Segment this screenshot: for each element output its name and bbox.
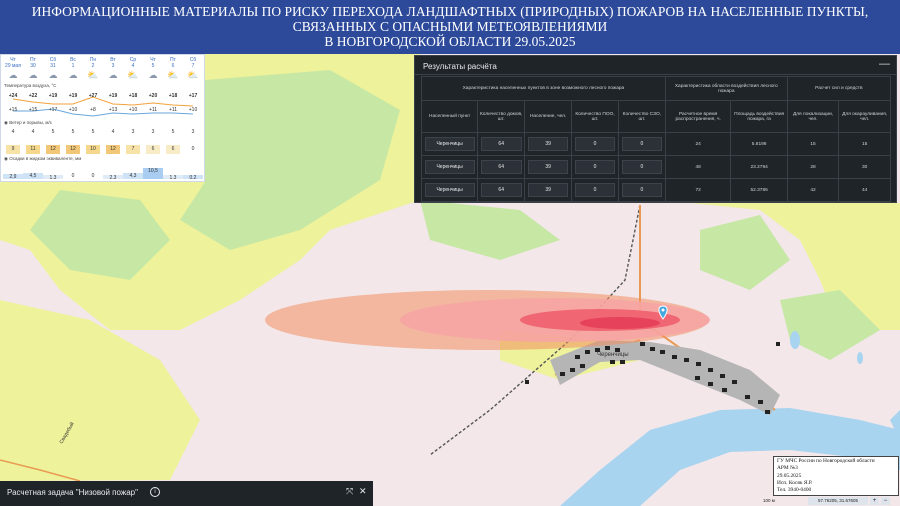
panel-divider <box>415 74 896 75</box>
stamp-org: ГУ МЧС России по Новгородской области <box>777 458 875 464</box>
cell-localization: 15 <box>786 132 840 156</box>
zoom-in-button[interactable]: + <box>870 497 879 505</box>
sun-cloud-icon: ⛅ <box>187 70 199 80</box>
map-scale: 100 м <box>763 498 775 503</box>
cell-settlement: Черенчицы <box>424 137 475 151</box>
group-settlement: Характеристика населенных пунктов в зоне… <box>421 76 666 101</box>
wind-icon: ◉ <box>4 120 8 125</box>
task-bar[interactable]: Расчетная задача "Низовой пожар" i ⤧ ✕ <box>0 481 373 506</box>
temp-high-row: +24 +22 +19 +19 +27 +19 +18 +20 +18 +17 <box>8 93 198 99</box>
temp-low-row: +15 +15 +17 +10 +8 +13 +10 +11 +11 +10 <box>8 107 198 113</box>
stamp-date: 29.05.2025 <box>777 472 802 479</box>
cell-area: 23.2794 <box>730 155 788 179</box>
group-forces: Расчет сил и средств <box>786 76 892 101</box>
col-area: Площадь воздействия пожара, га <box>730 100 788 133</box>
close-icon[interactable]: ✕ <box>359 486 367 497</box>
drop-icon: ◉ <box>4 156 8 161</box>
temperature-label: Температура воздуха, °C <box>4 83 57 88</box>
stamp-phone: Тел. 3940-0400 <box>777 487 812 494</box>
weather-icons-row: ☁ ☁ ☁ ☁ ⛅ ☁ ⛅ ☁ ⛅ ⛅ <box>3 70 203 81</box>
col-settlement: Населенный пункт <box>420 100 479 133</box>
cell-houses: 64 <box>480 183 522 197</box>
col-spread-time: Расчетное время распространения, ч. <box>664 100 732 133</box>
cell-houses: 64 <box>480 137 522 151</box>
cell-population: 39 <box>527 160 569 174</box>
cell-poo: 0 <box>574 137 616 151</box>
cloud-rain-icon: ☁ <box>48 70 58 80</box>
expand-icon[interactable]: ⤧ <box>346 486 353 497</box>
cell-area: 52.3786 <box>730 178 788 202</box>
cell-poo: 0 <box>574 160 616 174</box>
page-header: ИНФОРМАЦИОННЫЕ МАТЕРИАЛЫ ПО РИСКУ ПЕРЕХО… <box>0 0 900 54</box>
col-population: Население, чел. <box>524 100 573 133</box>
cloud-icon: ☁ <box>68 70 78 80</box>
cell-settlement: Черенчицы <box>424 160 475 174</box>
panel-title: Результаты расчёта <box>423 62 497 71</box>
author-stamp: ГУ МЧС России по Новгородской области АР… <box>773 456 899 496</box>
cloud-rain-icon: ☁ <box>108 70 118 80</box>
weather-dates-row: 29 мая 30 31 1 2 3 4 5 6 7 <box>5 63 195 69</box>
minimize-button[interactable]: — <box>879 58 890 70</box>
header-line-1: ИНФОРМАЦИОННЫЕ МАТЕРИАЛЫ ПО РИСКУ ПЕРЕХО… <box>31 4 869 19</box>
sun-cloud-icon: ⛅ <box>87 70 99 80</box>
gusts-row: 9 11 12 12 10 12 7 6 6 0 <box>3 145 203 154</box>
header-line-2: СВЯЗАННЫХ С ОПАСНЫМИ МЕТЕОЯВЛЕНИЯМИ <box>292 19 608 34</box>
cell-szo: 0 <box>621 160 663 174</box>
col-patrol: Для окарауливания, чел. <box>838 100 891 133</box>
cell-spread-time: 24 <box>664 132 732 156</box>
precipitation-label: ◉ Осадки в жидком эквиваленте, мм <box>4 156 82 161</box>
col-szo: Количество СЗО, шт. <box>617 100 666 133</box>
header-line-3: В НОВГОРОДСКОЙ ОБЛАСТИ 29.05.2025 <box>324 34 576 49</box>
cell-area: 5.8198 <box>730 132 788 156</box>
cell-szo: 0 <box>621 137 663 151</box>
table-row: Черенчицы 64 39 0 0 72 52.3786 42 44 <box>420 178 891 202</box>
cell-poo: 0 <box>574 183 616 197</box>
village-label: Черенчицы <box>597 352 629 358</box>
table-row: Черенчицы 64 39 0 0 24 5.8198 15 15 <box>420 132 891 156</box>
precipitation-row: 2,9 4,5 1,3 0 0 2,3 4,3 10,5 1,3 0,2 <box>3 167 203 179</box>
results-panel: Результаты расчёта — Характеристика насе… <box>414 55 897 203</box>
weather-forecast-widget: Чт Пт Сб Вс Пн Вт Ср Чт Пт Сб 29 мая 30 31 1 2 3 4 5 6 7 ☁… <box>0 54 205 182</box>
cell-population: 39 <box>527 137 569 151</box>
wind-label: ◉ Ветер и порывы, м/с <box>4 120 52 125</box>
cell-spread-time: 48 <box>664 155 732 179</box>
info-icon[interactable]: i <box>150 487 160 497</box>
cell-patrol: 30 <box>838 155 891 179</box>
cell-patrol: 44 <box>838 178 891 202</box>
zoom-out-button[interactable]: − <box>881 497 890 505</box>
table-column-header: Населенный пункт Количество домов, шт. Н… <box>420 100 891 133</box>
group-fire-impact: Характеристика области воздействия лесно… <box>664 76 788 101</box>
cell-houses: 64 <box>480 160 522 174</box>
stamp-arm: АРМ №3 <box>777 465 798 472</box>
sun-cloud-icon: ⛅ <box>127 70 139 80</box>
map-coordinates: 57.76205, 31.67605 <box>808 497 868 505</box>
wind-row: 4455543353 <box>11 129 195 135</box>
cloud-rain-icon: ☁ <box>8 70 18 80</box>
cell-settlement: Черенчицы <box>424 183 475 197</box>
task-label[interactable]: Расчетная задача "Низовой пожар" <box>7 488 138 497</box>
table-row: Черенчицы 64 39 0 0 48 23.2794 28 30 <box>420 155 891 179</box>
cloud-rain-icon: ☁ <box>28 70 38 80</box>
results-table: Характеристика населенных пунктов в зоне… <box>420 76 892 202</box>
stamp-executor: Исп. Косяк Я.Р. <box>777 479 813 486</box>
col-localization: Для локализации, чел. <box>786 100 840 133</box>
cell-szo: 0 <box>621 183 663 197</box>
col-houses: Количество домов, шт. <box>477 100 526 133</box>
col-poo: Количество ПОО, шт. <box>571 100 619 133</box>
cell-patrol: 15 <box>838 132 891 156</box>
cell-localization: 28 <box>786 155 840 179</box>
cell-population: 39 <box>527 183 569 197</box>
cloud-rain-icon: ☁ <box>148 70 158 80</box>
cell-localization: 42 <box>786 178 840 202</box>
sun-cloud-icon: ⛅ <box>167 70 179 80</box>
table-group-header: Характеристика населенных пунктов в зоне… <box>421 76 892 101</box>
cell-spread-time: 72 <box>664 178 732 202</box>
